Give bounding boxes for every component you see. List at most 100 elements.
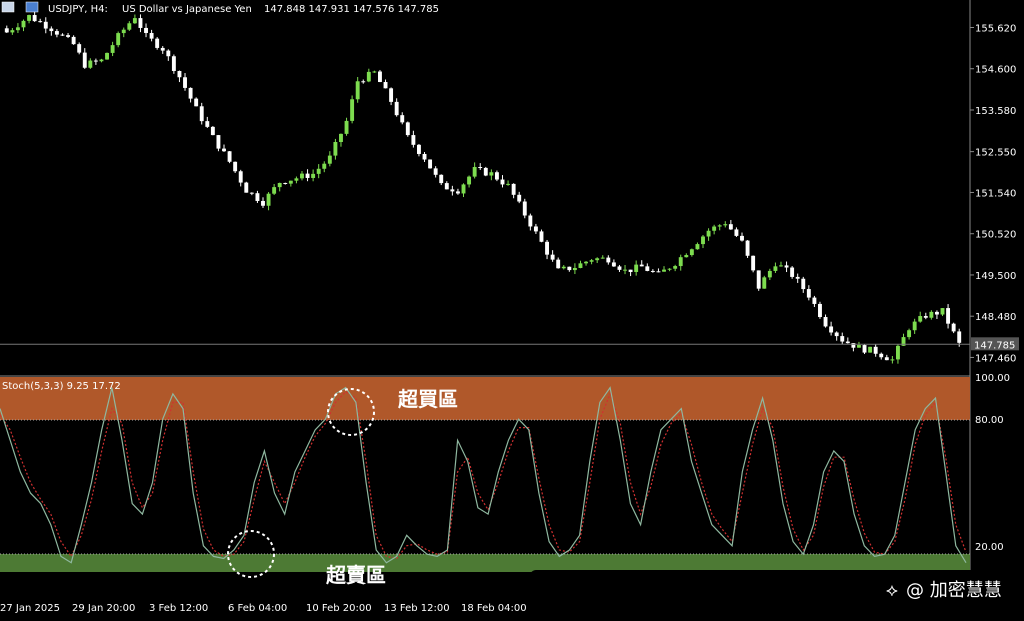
candle-body [383,82,388,89]
candle-body [873,346,878,354]
candle-body [489,172,494,176]
candle-body [266,193,271,206]
candle-body [233,161,238,172]
candle-body [188,87,193,99]
candle-body [923,316,928,318]
candle-body [177,70,182,78]
time-tick-label: 29 Jan 20:00 [72,603,135,614]
candle-body [144,27,148,33]
candle-body [522,201,527,216]
candle-body [812,297,817,304]
candle-body [912,321,917,331]
candle-body [834,332,839,337]
candle-body [411,135,416,145]
candle-body [461,184,466,194]
stoch-tick-label: 20.00 [975,542,1004,553]
candle-body [49,28,54,32]
candle-body [389,88,394,102]
stoch-label: Stoch(5,3,3) 9.25 17.72 [2,381,121,392]
oversold-zone [0,554,970,572]
candle-body [511,183,516,195]
chart-header: USDJPY, H4: US Dollar vs Japanese Yen 14… [1,1,439,15]
candle-body [656,271,661,273]
candle-body [294,178,299,181]
candle-body [617,266,622,270]
candle-body [166,50,171,57]
price-tick-label: 149.500 [975,271,1016,282]
candle-body [316,168,321,174]
candle-body [728,224,733,230]
candle-body [650,270,655,272]
candle-body [550,254,555,260]
candle-body [405,122,410,136]
candle-body [667,268,672,270]
candle-body [361,81,366,83]
candle-body [71,36,76,45]
candle-body [734,229,739,236]
ohlc-values: 147.848 147.931 147.576 147.785 [264,4,439,15]
candle-body [556,259,561,269]
candle-body [740,235,744,241]
candle-body [433,168,438,175]
candle-body [745,240,750,256]
candle-body [483,167,488,176]
candle-body [93,60,98,62]
candle-body [116,33,121,46]
stoch-tick-label: 80.00 [975,415,1004,426]
price-tick-label: 147.460 [975,353,1016,364]
candle-body [762,277,767,289]
candle-body [54,31,59,35]
candle-body [288,180,293,184]
candle-body [27,15,32,21]
candle-body [222,148,226,152]
candle-body [606,257,611,263]
candle-body [394,101,399,116]
candle-body [15,27,20,31]
candle-body [21,20,26,28]
candle-body [428,159,433,169]
candle-body [723,224,728,226]
candle-body [712,226,717,231]
candle-body [355,81,360,100]
chart-background [0,0,1024,617]
price-tick-label: 153.580 [975,106,1016,117]
overbought-zone [0,377,970,420]
candle-body [545,241,550,255]
candle-body [339,133,343,142]
candle-body [840,336,845,342]
overbought-label: 超買區 [397,387,458,411]
candle-body [895,345,900,360]
symbol-description: US Dollar vs Japanese Yen [122,4,252,15]
candle-body [205,121,210,127]
window-icon [1,1,15,13]
candle-body [779,265,783,267]
candle-body [344,120,349,134]
candle-body [706,230,711,237]
candle-body [160,47,165,51]
candle-body [784,265,789,268]
candle-body [795,276,800,279]
trading-chart: USDJPY, H4: US Dollar vs Japanese Yen 14… [0,0,1024,617]
candle-body [249,192,254,194]
candle-body [611,262,616,267]
candle-body [823,317,828,327]
candle-body [149,32,154,39]
candle-body [662,269,666,272]
candle-body [528,215,533,227]
oversold-label: 超賣區 [325,563,386,587]
candle-body [155,38,160,48]
candle-body [32,15,37,22]
candle-body [277,182,282,188]
candle-body [350,99,355,121]
price-tick-label: 152.550 [975,148,1016,159]
candle-body [829,326,834,333]
candle-body [634,264,639,272]
candle-body [138,18,143,28]
time-tick-label: 18 Feb 04:00 [461,603,527,614]
candle-body [517,194,522,202]
candle-body [283,182,288,184]
candle-body [862,345,867,353]
candle-body [227,151,232,162]
candle-body [422,153,427,160]
time-tick-label: 6 Feb 04:00 [228,603,287,614]
